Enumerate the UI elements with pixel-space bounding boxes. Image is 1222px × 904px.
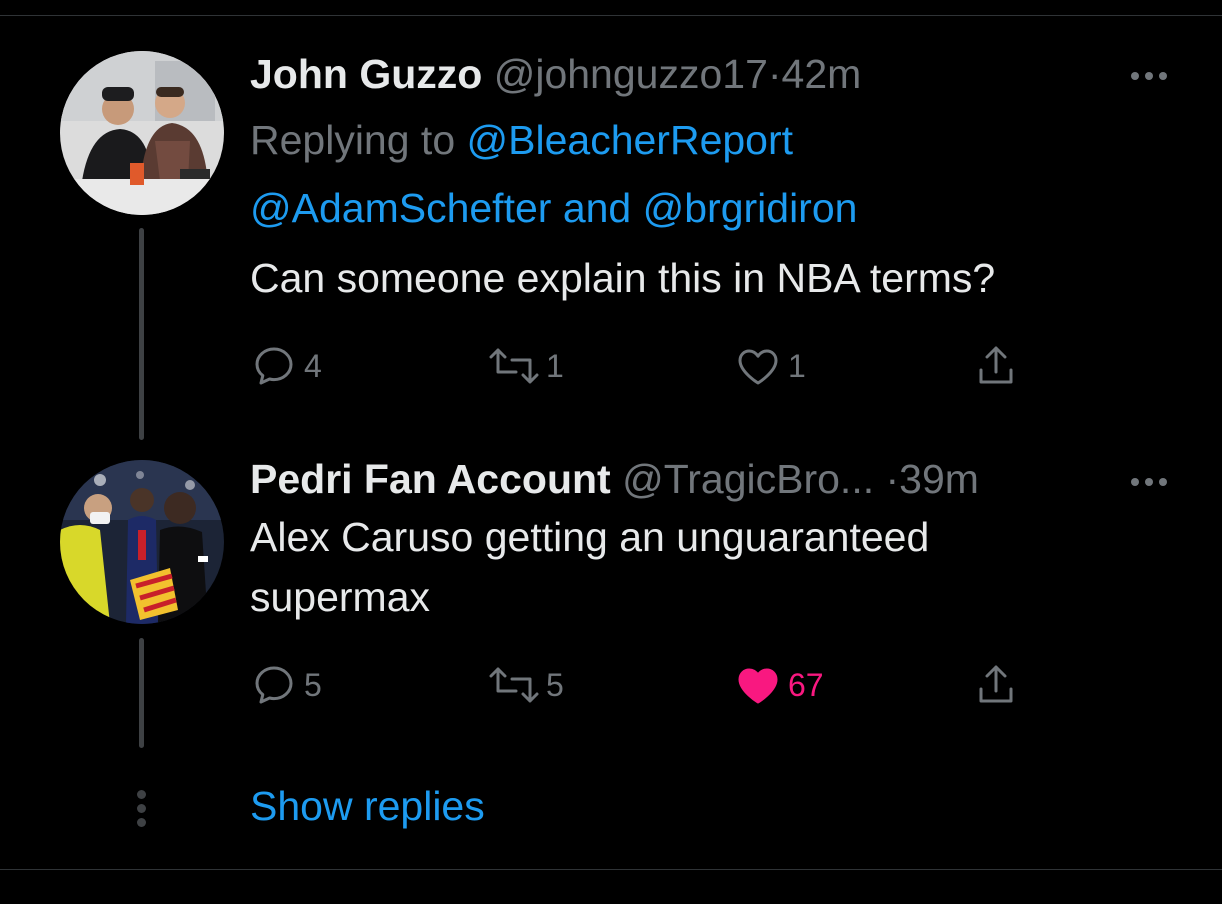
tweet-1-like-count: 1 (788, 347, 806, 384)
tweet-1-separator: · (767, 51, 782, 97)
avatar-photo-pedri-fan-account (60, 460, 224, 624)
tweet-1-like-button[interactable]: 1 (734, 342, 806, 390)
share-icon (979, 665, 1013, 703)
thread-continuation-dots (137, 790, 146, 827)
tweet-1-actions: 4 1 1 (250, 342, 1050, 394)
tweet-1-share-button[interactable] (972, 342, 1020, 390)
retweet-icon (489, 348, 539, 384)
tweet-1-text: Can someone explain this in NBA terms? (250, 255, 996, 301)
reply-icon (255, 347, 293, 385)
tweet-2-like-count: 67 (788, 666, 824, 703)
retweet-icon (489, 667, 539, 703)
replying-prefix: Replying to (250, 117, 467, 163)
tweet-1-reply-count: 4 (304, 347, 322, 384)
tweet-2-time[interactable]: 39m (899, 456, 979, 502)
tweet-2-share-button[interactable] (972, 661, 1020, 709)
tweet-1-retweet-count: 1 (546, 347, 564, 384)
tweet-1-header: John Guzzo @johnguzzo17·42m (250, 50, 1190, 98)
tweet-2-text-line-2: supermax (250, 574, 431, 620)
avatar-john-guzzo[interactable] (60, 51, 224, 215)
tweet-1[interactable]: John Guzzo @johnguzzo17·42m Replying to … (250, 50, 1190, 308)
tweet-2[interactable]: Pedri Fan Account @TragicBro... ·39m Ale… (250, 455, 1190, 627)
thread-line-2 (139, 638, 144, 748)
bottom-divider (0, 869, 1222, 870)
tweet-2-actions: 5 5 67 (250, 661, 1050, 713)
replying-and: and (551, 185, 643, 231)
tweet-2-header: Pedri Fan Account @TragicBro... ·39m (250, 455, 1190, 503)
tweet-2-text: Alex Caruso getting an unguaranteed supe… (250, 507, 1190, 627)
mention-brgridiron[interactable]: @brgridiron (643, 185, 858, 231)
tweet-2-separator: · (885, 456, 900, 502)
tweet-2-reply-button[interactable]: 5 (250, 661, 322, 709)
thread-line-1 (139, 228, 144, 440)
like-icon-filled (738, 668, 778, 704)
share-icon (979, 346, 1013, 384)
tweet-2-more-button[interactable] (1131, 458, 1222, 486)
tweet-2-retweet-count: 5 (546, 666, 564, 703)
tweet-2-reply-count: 5 (304, 666, 322, 703)
avatar-pedri-fan-account[interactable] (60, 460, 224, 624)
tweet-1-handle[interactable]: @johnguzzo17 (494, 51, 768, 97)
tweet-2-author-name[interactable]: Pedri Fan Account (250, 456, 611, 502)
top-divider (0, 15, 1222, 16)
more-icon (1131, 458, 1222, 486)
tweet-2-text-line-1: Alex Caruso getting an unguaranteed (250, 514, 930, 560)
tweet-1-reply-button[interactable]: 4 (250, 342, 322, 390)
tweet-2-like-button[interactable]: 67 (734, 661, 824, 709)
mention-bleacherreport[interactable]: @BleacherReport (467, 117, 794, 163)
mention-adamschefter[interactable]: @AdamSchefter (250, 185, 551, 231)
tweet-1-time[interactable]: 42m (782, 51, 862, 97)
reply-icon (255, 666, 293, 704)
avatar-photo-john-guzzo (60, 51, 224, 215)
like-icon (738, 349, 778, 385)
tweet-1-replying-to: Replying to @BleacherReport @AdamSchefte… (250, 106, 1190, 242)
tweet-1-more-button[interactable] (1131, 52, 1222, 80)
show-replies-link[interactable]: Show replies (250, 783, 485, 830)
tweet-2-handle[interactable]: @TragicBro... (622, 456, 874, 502)
tweet-1-author-name[interactable]: John Guzzo (250, 51, 482, 97)
tweet-1-retweet-button[interactable]: 1 (488, 342, 564, 390)
tweet-2-retweet-button[interactable]: 5 (488, 661, 564, 709)
more-icon (1131, 52, 1222, 80)
